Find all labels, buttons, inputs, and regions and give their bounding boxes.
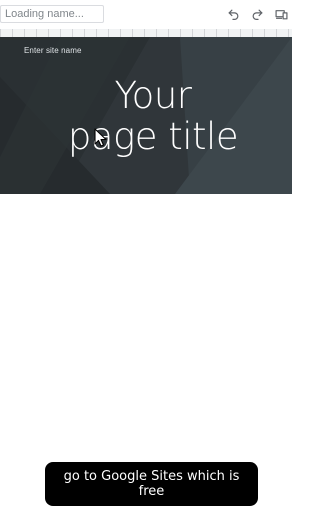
video-caption: go to Google Sites which is free xyxy=(45,462,258,506)
preview-devices-icon[interactable] xyxy=(272,5,290,23)
mouse-pointer-icon xyxy=(94,128,107,147)
site-name-label[interactable]: Enter site name xyxy=(24,46,82,55)
undo-icon[interactable] xyxy=(224,5,242,23)
top-toolbar xyxy=(0,0,292,28)
header-banner[interactable]: Enter site name Your page title xyxy=(0,37,292,194)
page-title[interactable]: Your page title xyxy=(0,75,292,157)
site-name-input[interactable] xyxy=(0,5,104,23)
redo-icon[interactable] xyxy=(248,5,266,23)
page-title-line-2: page title xyxy=(67,115,239,158)
page-title-line-1: Your xyxy=(114,74,193,117)
google-sites-editor: Enter site name Your page title go to Go… xyxy=(0,0,292,520)
